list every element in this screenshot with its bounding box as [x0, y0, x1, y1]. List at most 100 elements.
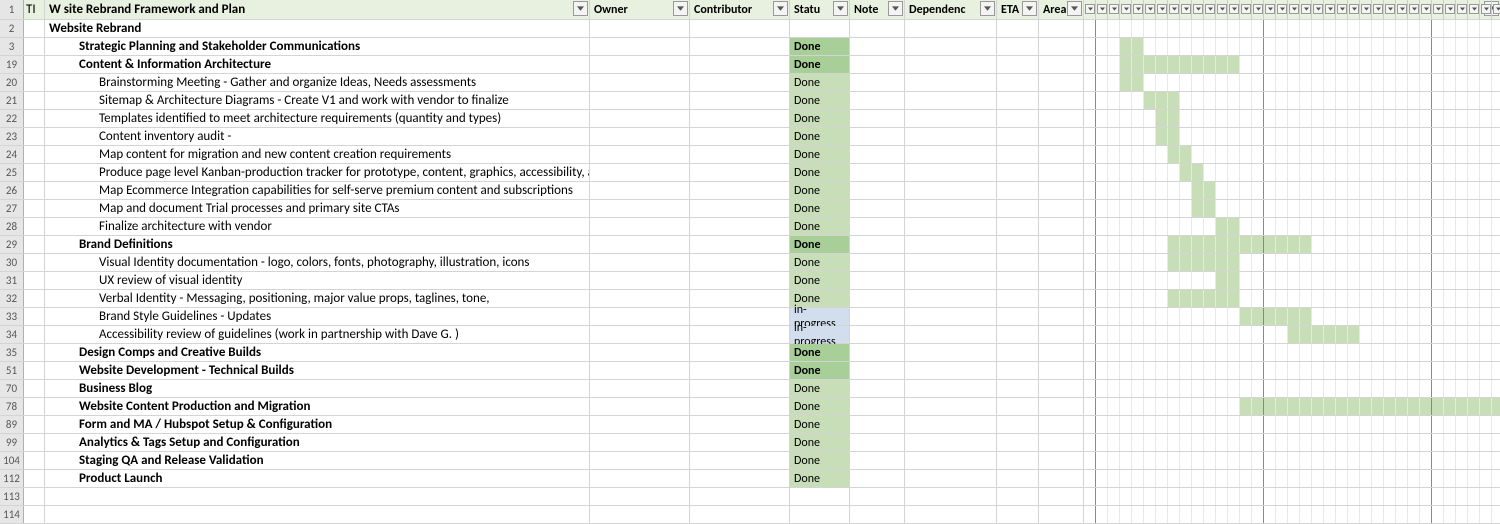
gantt-cell[interactable]	[1180, 326, 1192, 343]
cell-a[interactable]	[24, 380, 45, 397]
gantt-cell[interactable]	[1132, 218, 1144, 235]
gantt-cell[interactable]	[1132, 344, 1144, 361]
gantt-cell[interactable]	[1360, 164, 1372, 181]
gantt-cell[interactable]	[1264, 344, 1276, 361]
filter-dropdown-icon[interactable]	[1217, 4, 1227, 14]
gantt-cell[interactable]	[1408, 20, 1420, 37]
gantt-cell[interactable]	[1444, 20, 1456, 37]
row-number[interactable]: 114	[0, 506, 24, 523]
gantt-cell[interactable]	[1444, 200, 1456, 217]
cell-a[interactable]	[24, 470, 45, 487]
cell-a[interactable]	[24, 506, 45, 523]
gantt-cell[interactable]	[1180, 488, 1192, 505]
gantt-cell[interactable]	[1204, 488, 1216, 505]
gantt-cell[interactable]	[1252, 218, 1264, 235]
gantt-cell[interactable]	[1240, 110, 1252, 127]
gantt-cell[interactable]	[1408, 56, 1420, 73]
cell-h[interactable]	[997, 272, 1039, 289]
gantt-cell[interactable]	[1276, 362, 1288, 379]
gantt-cell[interactable]	[1204, 38, 1216, 55]
gantt-cell[interactable]	[1156, 56, 1168, 73]
gantt-cell[interactable]	[1336, 398, 1348, 415]
gantt-cell[interactable]	[1168, 308, 1180, 325]
gantt-cell[interactable]	[1456, 326, 1468, 343]
gantt-cell[interactable]	[1300, 56, 1312, 73]
gantt-cell[interactable]	[1276, 398, 1288, 415]
gantt-cell[interactable]	[1204, 74, 1216, 91]
task-name-cell[interactable]: Brainstorming Meeting - Gather and organ…	[45, 74, 590, 91]
gantt-cell[interactable]	[1300, 488, 1312, 505]
cell-d[interactable]	[690, 344, 790, 361]
filter-dropdown-icon[interactable]	[1325, 4, 1335, 14]
gantt-cell[interactable]	[1420, 200, 1432, 217]
gantt-cell[interactable]	[1444, 164, 1456, 181]
gantt-cell[interactable]	[1396, 128, 1408, 145]
filter-dropdown-icon[interactable]	[1241, 4, 1251, 14]
gantt-cell[interactable]	[1252, 128, 1264, 145]
gantt-cell[interactable]	[1156, 182, 1168, 199]
gantt-cell[interactable]	[1396, 182, 1408, 199]
gantt-cell[interactable]	[1336, 128, 1348, 145]
gantt-cell[interactable]	[1480, 380, 1492, 397]
gantt-cell[interactable]	[1144, 110, 1156, 127]
gantt-cell[interactable]	[1156, 398, 1168, 415]
gantt-cell[interactable]	[1336, 20, 1348, 37]
filter-dropdown-icon[interactable]	[1397, 4, 1407, 14]
cell-c[interactable]	[590, 308, 690, 325]
cell-i[interactable]	[1039, 20, 1084, 37]
gantt-cell[interactable]	[1192, 20, 1204, 37]
gantt-cell[interactable]	[1240, 254, 1252, 271]
gantt-cell[interactable]	[1348, 74, 1360, 91]
gantt-cell[interactable]	[1396, 398, 1408, 415]
gantt-cell[interactable]	[1288, 290, 1300, 307]
gantt-cell[interactable]	[1276, 434, 1288, 451]
gantt-cell[interactable]	[1420, 488, 1432, 505]
gantt-cell[interactable]	[1084, 128, 1096, 145]
status-cell[interactable]: Done	[790, 416, 850, 433]
gantt-cell[interactable]	[1480, 398, 1492, 415]
cell-i[interactable]	[1039, 92, 1084, 109]
gantt-cell[interactable]	[1192, 56, 1204, 73]
gantt-cell[interactable]	[1288, 326, 1300, 343]
gantt-cell[interactable]	[1120, 308, 1132, 325]
gantt-cell[interactable]	[1180, 20, 1192, 37]
gantt-cell[interactable]	[1300, 110, 1312, 127]
gantt-cell[interactable]	[1372, 218, 1384, 235]
gantt-cell[interactable]	[1216, 236, 1228, 253]
cell-c[interactable]	[590, 290, 690, 307]
gantt-cell[interactable]	[1456, 218, 1468, 235]
task-name-cell[interactable]: Finalize architecture with vendor	[45, 218, 590, 235]
gantt-cell[interactable]	[1132, 236, 1144, 253]
gantt-cell[interactable]	[1108, 56, 1120, 73]
gantt-cell[interactable]	[1348, 380, 1360, 397]
gantt-cell[interactable]	[1096, 218, 1108, 235]
gantt-cell[interactable]	[1168, 164, 1180, 181]
gantt-header-cell[interactable]	[1408, 0, 1420, 19]
gantt-cell[interactable]	[1096, 416, 1108, 433]
header-contributor[interactable]: Contributor	[690, 0, 790, 19]
gantt-cell[interactable]	[1168, 38, 1180, 55]
gantt-cell[interactable]	[1216, 344, 1228, 361]
gantt-cell[interactable]	[1300, 506, 1312, 523]
gantt-cell[interactable]	[1372, 200, 1384, 217]
cell-i[interactable]	[1039, 218, 1084, 235]
gantt-cell[interactable]	[1108, 74, 1120, 91]
cell-c[interactable]	[590, 416, 690, 433]
cell-c[interactable]	[590, 20, 690, 37]
gantt-cell[interactable]	[1252, 38, 1264, 55]
gantt-cell[interactable]	[1336, 416, 1348, 433]
gantt-cell[interactable]	[1360, 128, 1372, 145]
gantt-cell[interactable]	[1408, 200, 1420, 217]
gantt-cell[interactable]	[1300, 146, 1312, 163]
cell-f[interactable]	[850, 416, 905, 433]
gantt-cell[interactable]	[1144, 128, 1156, 145]
task-name-cell[interactable]: Map and document Trial processes and pri…	[45, 200, 590, 217]
cell-f[interactable]	[850, 452, 905, 469]
gantt-cell[interactable]	[1288, 434, 1300, 451]
gantt-cell[interactable]	[1312, 272, 1324, 289]
gantt-cell[interactable]	[1396, 290, 1408, 307]
gantt-cell[interactable]	[1096, 308, 1108, 325]
gantt-cell[interactable]	[1312, 110, 1324, 127]
gantt-cell[interactable]	[1324, 416, 1336, 433]
gantt-cell[interactable]	[1144, 380, 1156, 397]
